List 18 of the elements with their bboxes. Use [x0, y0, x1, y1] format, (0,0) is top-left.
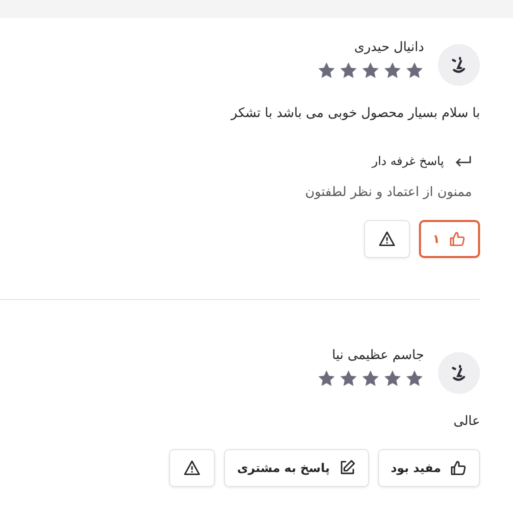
reviewer-name: جاسم عظیمی نیا — [330, 348, 424, 363]
warning-icon — [183, 459, 202, 477]
reply-text: ممنون از اعتماد و نظر لطفتون — [304, 185, 472, 200]
warning-icon — [378, 230, 396, 248]
thumbs-up-icon — [448, 230, 466, 248]
reviewer-name: دانیال حیدری — [353, 40, 424, 55]
report-button[interactable] — [169, 449, 216, 487]
avatar-icon — [438, 352, 480, 394]
thumbs-up-icon — [449, 459, 467, 477]
helpful-button[interactable]: ۱ — [418, 220, 480, 258]
reply-button[interactable]: پاسخ به مشتری — [224, 449, 369, 487]
reply-arrow-icon — [454, 154, 472, 168]
avatar-icon — [438, 44, 480, 86]
helpful-button[interactable]: مفید بود — [378, 449, 480, 487]
review-comment: عالی — [452, 414, 480, 429]
review-comment: با سلام بسیار محصول خوبی می باشد با تشکر — [230, 106, 480, 121]
report-button[interactable] — [364, 220, 410, 258]
reply-label: پاسخ غرفه دار — [372, 154, 444, 168]
